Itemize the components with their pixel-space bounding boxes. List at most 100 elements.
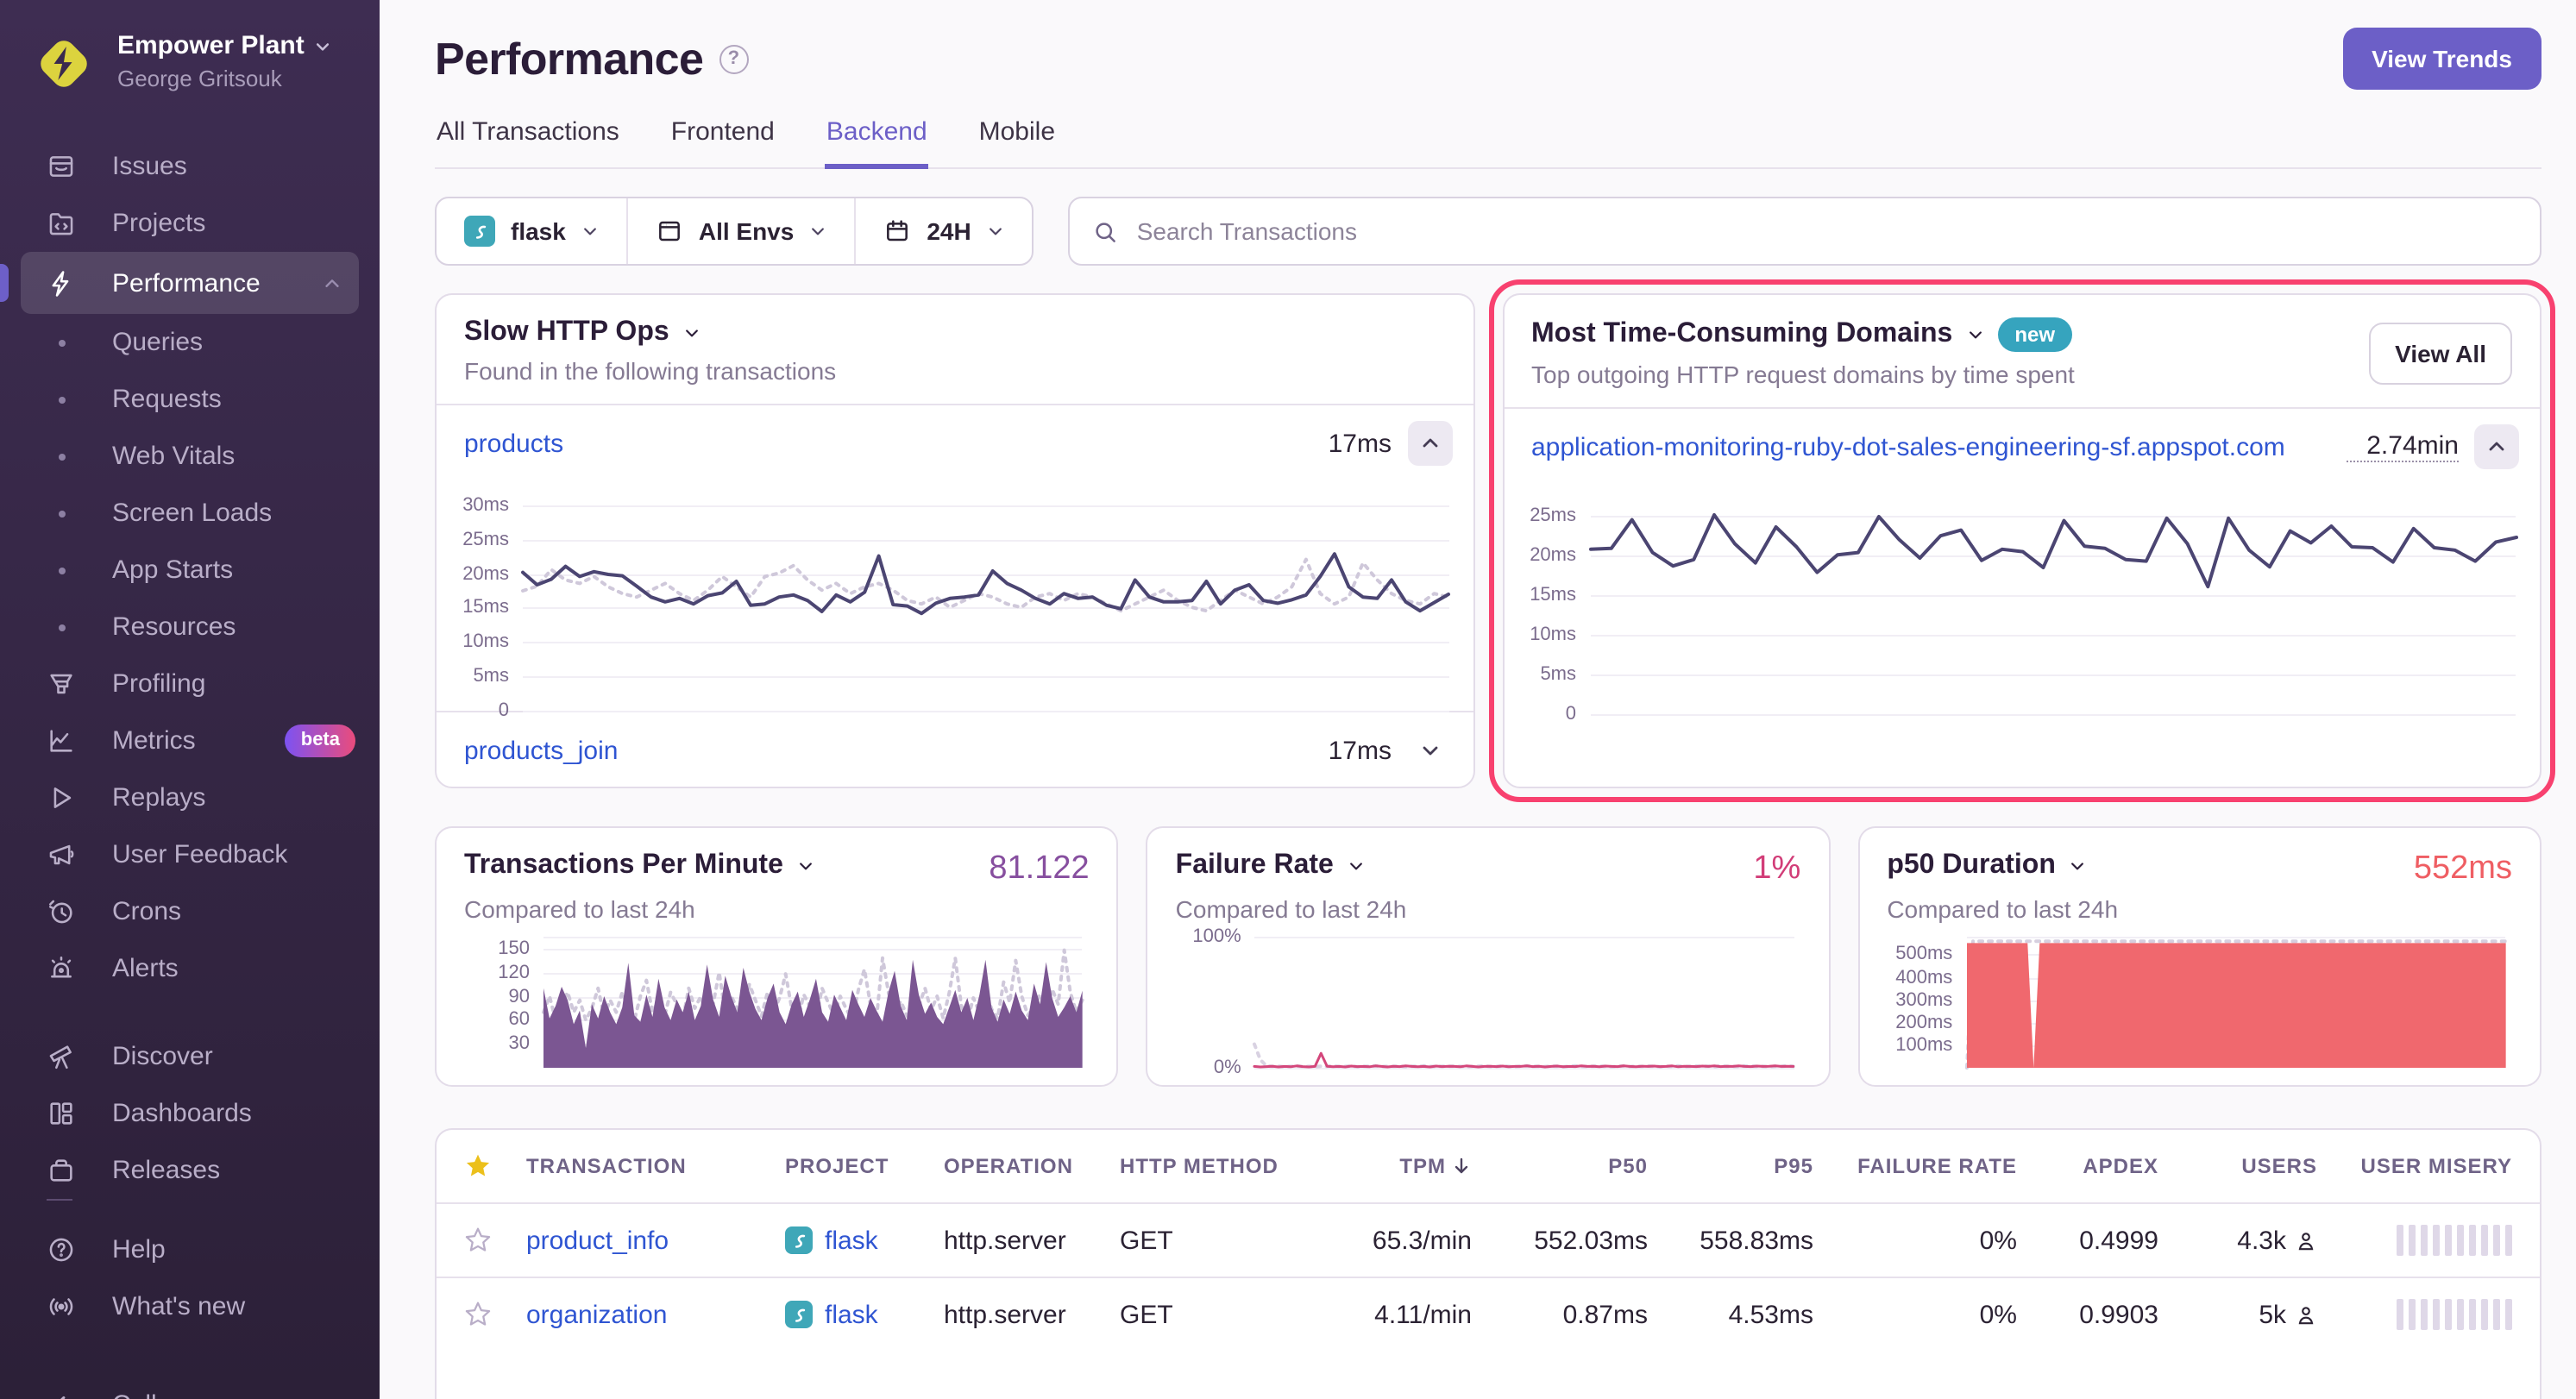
tab-mobile[interactable]: Mobile [977, 105, 1057, 169]
sidebar-item-label: Requests [112, 385, 222, 414]
chart-plot [543, 937, 1083, 1068]
sidebar-item-label: Help [112, 1235, 166, 1264]
stat-title-menu[interactable]: p50 Duration [1887, 850, 2087, 881]
org-switcher[interactable]: Empower Plant George Gritsouk [0, 0, 380, 97]
transaction-row-products-join: products_join 17ms [437, 712, 1473, 788]
domains-title-menu[interactable]: Most Time-Consuming Domains new [1531, 317, 2369, 353]
sidebar-item-releases[interactable]: Releases [0, 1142, 380, 1199]
sidebar-item-dashboards[interactable]: Dashboards [0, 1085, 380, 1142]
project-link[interactable]: flask [825, 1300, 878, 1329]
transaction-link[interactable]: products [464, 429, 563, 458]
chevron-down-icon [1348, 857, 1365, 875]
chevron-down-icon [683, 324, 701, 342]
collapse-row-button[interactable] [2474, 425, 2519, 470]
sidebar-item-queries[interactable]: Queries [0, 314, 380, 371]
column-header-p95[interactable]: P95 [1648, 1154, 1813, 1178]
page-help-icon[interactable]: ? [719, 44, 748, 73]
sidebar-item-label: User Feedback [112, 840, 287, 869]
column-header-user-misery[interactable]: USER MISERY [2317, 1154, 2512, 1178]
chevron-down-icon [1419, 740, 1440, 761]
collapse-row-button[interactable] [1407, 421, 1452, 466]
widgets-row-2: Transactions Per Minute 81.122 Compared … [435, 826, 2541, 1087]
search-icon [1092, 218, 1118, 244]
favorite-star-button[interactable] [464, 1301, 526, 1328]
domain-link[interactable]: application-monitoring-ruby-dot-sales-en… [1531, 433, 2285, 462]
megaphone-icon [47, 840, 76, 869]
sidebar-divider [47, 1199, 72, 1201]
sidebar-item-metrics[interactable]: Metrics beta [0, 712, 380, 769]
sidebar-item-replays[interactable]: Replays [0, 769, 380, 826]
failure-rate-cell: 0% [1813, 1226, 2017, 1255]
chevron-down-icon [315, 37, 332, 54]
stat-title-menu[interactable]: Transactions Per Minute [464, 850, 814, 881]
star-filled-icon [464, 1152, 492, 1180]
sidebar-collapse-button[interactable]: Collapse [0, 1377, 380, 1399]
p95-cell: 558.83ms [1648, 1226, 1813, 1255]
org-name: Empower Plant [117, 31, 305, 60]
stat-title-menu[interactable]: Failure Rate [1176, 850, 1365, 881]
tab-backend[interactable]: Backend [825, 105, 929, 169]
sidebar-item-projects[interactable]: Projects [0, 195, 380, 252]
column-header-users[interactable]: USERS [2158, 1154, 2317, 1178]
search-input[interactable] [1134, 216, 2517, 247]
sidebar-item-requests[interactable]: Requests [0, 371, 380, 428]
expand-row-button[interactable] [1407, 728, 1452, 773]
failure-rate-cell: 0% [1813, 1300, 2017, 1329]
sidebar-item-issues[interactable]: Issues [0, 138, 380, 195]
sidebar-item-profiling[interactable]: Profiling [0, 656, 380, 712]
column-header-failure-rate[interactable]: FAILURE RATE [1813, 1154, 2017, 1178]
search-box [1068, 197, 2541, 266]
card-title: Slow HTTP Ops [464, 317, 669, 348]
p50-duration-card: p50 Duration 552ms Compared to last 24h … [1857, 826, 2541, 1087]
sidebar-item-user-feedback[interactable]: User Feedback [0, 826, 380, 883]
column-header-http-method[interactable]: HTTP METHOD [1120, 1154, 1323, 1178]
column-header-transaction[interactable]: TRANSACTION [526, 1154, 785, 1178]
column-header-tpm[interactable]: TPM [1323, 1154, 1472, 1178]
view-trends-button[interactable]: View Trends [2342, 28, 2541, 90]
star-column-header[interactable] [464, 1152, 526, 1180]
sidebar-item-discover[interactable]: Discover [0, 1028, 380, 1085]
environment-filter-label: All Envs [699, 217, 795, 245]
sidebar-item-performance[interactable]: Performance [21, 252, 359, 314]
sidebar-item-screen-loads[interactable]: Screen Loads [0, 485, 380, 542]
y-axis-ticks: 150120906030 [464, 937, 543, 1068]
column-header-apdex[interactable]: APDEX [2017, 1154, 2158, 1178]
project-link[interactable]: flask [825, 1226, 878, 1255]
tab-all-transactions[interactable]: All Transactions [435, 105, 621, 169]
sidebar-item-label: Alerts [112, 954, 179, 983]
user-icon [2295, 1229, 2317, 1252]
view-all-button[interactable]: View All [2369, 322, 2512, 384]
chevron-down-icon [2070, 857, 2087, 875]
slow-http-ops-card: Slow HTTP Ops Found in the following tra… [435, 293, 1474, 788]
column-header-project[interactable]: PROJECT [785, 1154, 944, 1178]
page-header: Performance ? View Trends [435, 28, 2541, 90]
transaction-link[interactable]: product_info [526, 1226, 669, 1255]
sidebar-item-web-vitals[interactable]: Web Vitals [0, 428, 380, 485]
column-header-p50[interactable]: P50 [1472, 1154, 1648, 1178]
transaction-link[interactable]: products_join [464, 736, 618, 765]
tab-frontend[interactable]: Frontend [669, 105, 776, 169]
stat-title: Transactions Per Minute [464, 850, 783, 881]
sidebar-item-whats-new[interactable]: What's new [0, 1278, 380, 1335]
sidebar-item-label: What's new [112, 1292, 245, 1321]
transaction-link[interactable]: organization [526, 1300, 667, 1329]
date-range-filter[interactable]: 24H [854, 198, 1031, 264]
chart-plot [1255, 937, 1794, 1068]
telescope-icon [47, 1042, 76, 1071]
star-outline-icon [464, 1301, 492, 1328]
sidebar-item-crons[interactable]: Crons [0, 883, 380, 940]
bullet-icon [47, 499, 76, 528]
help-icon [47, 1235, 76, 1264]
sidebar-item-resources[interactable]: Resources [0, 599, 380, 656]
transactions-table: TRANSACTION PROJECT OPERATION HTTP METHO… [435, 1128, 2541, 1399]
slow-http-ops-title-menu[interactable]: Slow HTTP Ops [464, 317, 1445, 348]
sidebar-item-help[interactable]: Help [0, 1221, 380, 1278]
column-header-operation[interactable]: OPERATION [944, 1154, 1120, 1178]
slow-http-ops-chart: 30ms25ms20ms15ms10ms5ms0 [437, 481, 1473, 711]
environment-filter[interactable]: All Envs [626, 198, 855, 264]
favorite-star-button[interactable] [464, 1226, 526, 1254]
project-filter[interactable]: flask [437, 198, 626, 264]
sidebar-item-alerts[interactable]: Alerts [0, 940, 380, 997]
duration-value[interactable]: 2.74min [2346, 432, 2459, 463]
sidebar-item-app-starts[interactable]: App Starts [0, 542, 380, 599]
